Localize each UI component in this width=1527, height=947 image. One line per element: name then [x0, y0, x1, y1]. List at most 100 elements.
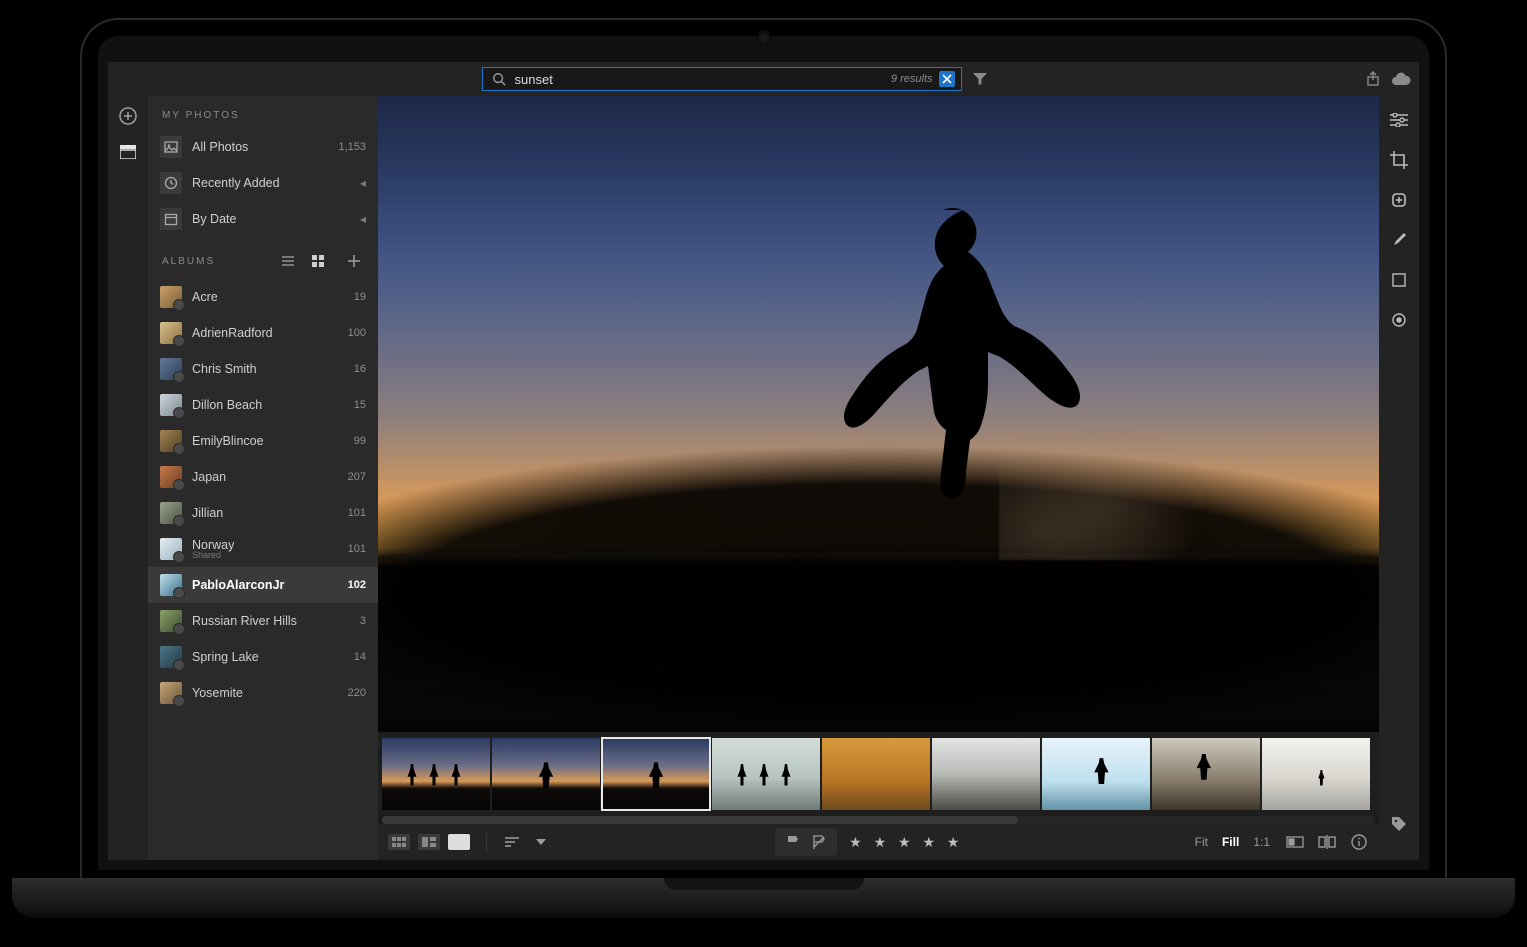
brush-icon[interactable]	[1389, 230, 1409, 250]
healing-brush-icon[interactable]	[1389, 190, 1409, 210]
filmstrip-thumb[interactable]	[712, 738, 820, 810]
zoom-fit[interactable]: Fit	[1192, 835, 1211, 849]
album-count: 102	[348, 579, 366, 591]
album-name: EmilyBlincoe	[192, 434, 344, 448]
sidebar-item-label: All Photos	[192, 140, 328, 154]
share-icon[interactable]	[1363, 69, 1383, 89]
album-item[interactable]: Japan207	[148, 459, 378, 495]
add-photos-icon[interactable]	[118, 106, 138, 126]
show-original-icon[interactable]	[1285, 832, 1305, 852]
album-thumbnail	[160, 538, 182, 560]
album-item[interactable]: Acre19	[148, 279, 378, 315]
album-count: 3	[360, 615, 366, 627]
album-thumbnail	[160, 646, 182, 668]
sidebar-item-count: 1,153	[338, 141, 366, 153]
album-thumbnail	[160, 466, 182, 488]
keywords-tag-icon[interactable]	[1389, 814, 1409, 834]
album-item[interactable]: Jillian 101	[148, 495, 378, 531]
view-grid-large-icon[interactable]	[418, 834, 440, 850]
album-name: Yosemite	[192, 686, 338, 700]
view-grid-small-icon[interactable]	[388, 834, 410, 850]
sidebar-item-recently-added[interactable]: Recently Added ◀	[148, 165, 378, 201]
album-count: 207	[348, 471, 366, 483]
clock-icon	[160, 172, 182, 194]
album-name: AdrienRadford	[192, 326, 338, 340]
album-count: 220	[348, 687, 366, 699]
album-thumbnail	[160, 574, 182, 596]
album-thumbnail	[160, 394, 182, 416]
view-single-icon[interactable]	[448, 834, 470, 850]
chevron-left-icon: ◀	[360, 215, 366, 224]
sort-icon[interactable]	[503, 832, 523, 852]
laptop-camera	[758, 32, 770, 44]
filmstrip-thumb[interactable]	[822, 738, 930, 810]
main-panel: ★ ★ ★ ★ ★ Fit Fill 1:1	[378, 96, 1379, 860]
filmstrip-thumb[interactable]	[932, 738, 1040, 810]
album-item[interactable]: Russian River Hills3	[148, 603, 378, 639]
search-icon	[489, 69, 509, 89]
bottom-toolbar: ★ ★ ★ ★ ★ Fit Fill 1:1	[378, 824, 1379, 860]
add-album-icon[interactable]	[344, 251, 364, 271]
sidebar-item-label: Recently Added	[192, 176, 350, 190]
flag-controls	[775, 828, 837, 856]
calendar-icon	[160, 208, 182, 230]
rating-stars[interactable]: ★ ★ ★ ★ ★	[849, 834, 963, 851]
album-item[interactable]: EmilyBlincoe 99	[148, 423, 378, 459]
filmstrip-scrollbar[interactable]	[382, 816, 1375, 824]
filmstrip-thumb-selected[interactable]	[602, 738, 710, 810]
filter-icon[interactable]	[970, 69, 990, 89]
info-icon[interactable]	[1349, 832, 1369, 852]
album-view-list-icon[interactable]	[278, 251, 298, 271]
album-item[interactable]: Spring Lake14	[148, 639, 378, 675]
album-item[interactable]: NorwayShared101	[148, 531, 378, 567]
edit-sliders-icon[interactable]	[1389, 110, 1409, 130]
radial-gradient-icon[interactable]	[1389, 310, 1409, 330]
photo-subject-silhouette	[808, 200, 1108, 560]
album-item[interactable]: Yosemite 220	[148, 675, 378, 711]
left-rail	[108, 96, 148, 860]
album-count: 99	[354, 435, 366, 447]
sidebar-item-all-photos[interactable]: All Photos 1,153	[148, 129, 378, 165]
chevron-down-icon[interactable]	[535, 832, 547, 852]
filmstrip-thumb[interactable]	[1152, 738, 1260, 810]
album-item[interactable]: PabloAlarconJr102	[148, 567, 378, 603]
filmstrip-thumb[interactable]	[382, 738, 490, 810]
search-input[interactable]	[515, 72, 885, 87]
album-item[interactable]: Chris Smith16	[148, 351, 378, 387]
sidebar-item-by-date[interactable]: By Date ◀	[148, 201, 378, 237]
album-thumbnail	[160, 682, 182, 704]
sidebar-item-label: By Date	[192, 212, 350, 226]
album-view-grid-icon[interactable]	[308, 251, 328, 271]
cloud-sync-icon[interactable]	[1391, 69, 1411, 89]
album-thumbnail	[160, 286, 182, 308]
filmstrip-thumb[interactable]	[492, 738, 600, 810]
compare-icon[interactable]	[1317, 832, 1337, 852]
zoom-fill[interactable]: Fill	[1219, 835, 1242, 849]
crop-icon[interactable]	[1389, 150, 1409, 170]
album-item[interactable]: Dillon Beach15	[148, 387, 378, 423]
albums-list: Acre19 AdrienRadford 100 Chris Smith16Dillo…	[148, 279, 378, 860]
flag-pick-icon[interactable]	[783, 832, 803, 852]
flag-reject-icon[interactable]	[809, 832, 829, 852]
album-name: Chris Smith	[192, 362, 344, 376]
linear-gradient-icon[interactable]	[1389, 270, 1409, 290]
filmstrip-thumb[interactable]	[1042, 738, 1150, 810]
albums-section-title: ALBUMS	[148, 237, 378, 279]
search-clear-button[interactable]	[939, 71, 955, 87]
chevron-left-icon: ◀	[360, 179, 366, 188]
album-thumbnail	[160, 358, 182, 380]
album-thumbnail	[160, 322, 182, 344]
album-item[interactable]: AdrienRadford 100	[148, 315, 378, 351]
album-name: Jillian	[192, 506, 338, 520]
album-count: 100	[348, 327, 366, 339]
view-mode-switcher	[388, 834, 470, 850]
my-photos-section-title: MY PHOTOS	[148, 96, 378, 129]
search-field[interactable]: 9 results	[482, 67, 962, 91]
photo-viewer[interactable]	[378, 96, 1379, 732]
zoom-1to1[interactable]: 1:1	[1250, 835, 1273, 849]
filmstrip-thumb[interactable]	[1262, 738, 1370, 810]
my-photos-tab-icon[interactable]	[118, 142, 138, 162]
search-results-count: 9 results	[891, 73, 933, 85]
album-sublabel: Shared	[192, 550, 338, 560]
album-count: 101	[348, 507, 366, 519]
